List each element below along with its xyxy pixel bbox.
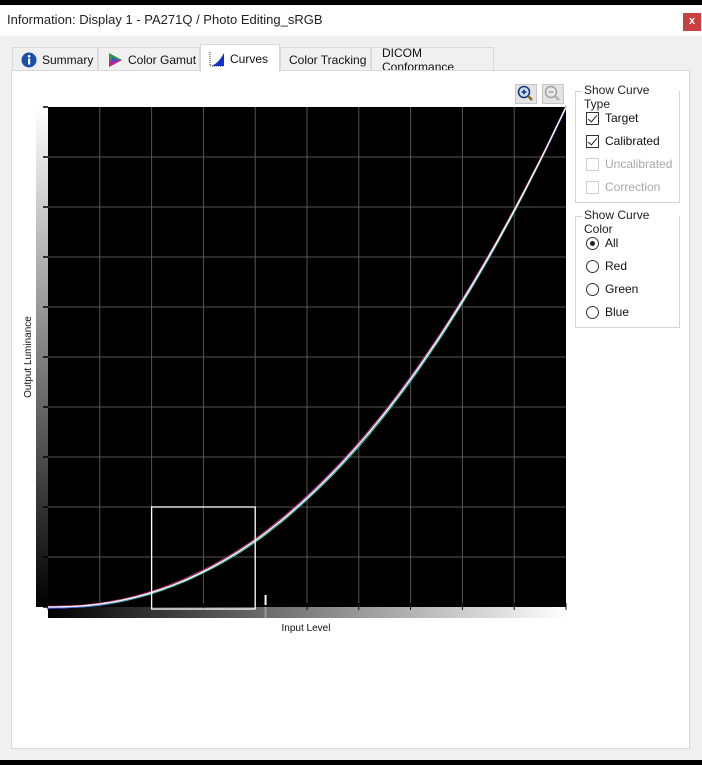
tab-dicom-conformance[interactable]: DICOM Conformance — [371, 46, 494, 74]
option-label: Target — [605, 111, 639, 125]
information-window: Information: Display 1 - PA271Q / Photo … — [0, 5, 702, 760]
x-axis-label: Input Level — [282, 623, 331, 634]
curves-panel: Input Level Output Luminance Show Curve … — [11, 70, 690, 749]
target-checkbox[interactable]: Target — [586, 111, 638, 125]
uncalibrated-checkbox[interactable]: Uncalibrated — [586, 157, 672, 171]
y-axis-label: Output Luminance — [23, 316, 34, 398]
calibrated-checkbox[interactable]: Calibrated — [586, 134, 660, 148]
option-label: All — [605, 236, 619, 250]
blue-radio[interactable]: Blue — [586, 305, 629, 319]
option-label: Calibrated — [605, 134, 660, 148]
tab-color-tracking[interactable]: Color Tracking — [280, 47, 371, 71]
green-radio[interactable]: Green — [586, 282, 638, 296]
tab-summary[interactable]: Summary — [12, 47, 98, 71]
curve-color-title: Show Curve Color — [582, 208, 679, 236]
title-bar: Information: Display 1 - PA271Q / Photo … — [0, 5, 702, 36]
checkbox-box[interactable] — [586, 134, 599, 148]
tab-label: Curves — [230, 51, 269, 66]
option-label: Blue — [605, 305, 630, 319]
radio-circle[interactable] — [586, 259, 599, 273]
option-label: Green — [605, 282, 639, 296]
curve-type-group: Show Curve Type Target Calibrated Uncali… — [575, 83, 680, 203]
radio-circle[interactable] — [586, 236, 599, 250]
curves-chart[interactable]: Input Level Output Luminance — [12, 71, 572, 651]
close-button[interactable]: x — [683, 13, 701, 31]
window-title: Information: Display 1 - PA271Q / Photo … — [7, 12, 323, 27]
option-label: Correction — [605, 180, 661, 194]
tab-curves[interactable]: Curves — [200, 44, 280, 72]
tab-label: Color Gamut — [128, 52, 197, 67]
color-gamut-icon — [109, 52, 122, 67]
checkbox-box[interactable] — [586, 111, 599, 125]
curves-icon — [209, 51, 224, 66]
tab-label: Color Tracking — [289, 52, 367, 67]
checkbox-box[interactable] — [586, 157, 599, 171]
checkbox-box[interactable] — [586, 180, 599, 194]
option-label: Red — [605, 259, 628, 273]
curve-type-title: Show Curve Type — [582, 83, 679, 111]
tab-color-gamut[interactable]: Color Gamut — [98, 47, 200, 71]
info-icon — [21, 52, 37, 67]
red-radio[interactable]: Red — [586, 259, 627, 273]
all-radio[interactable]: All — [586, 236, 618, 250]
curve-color-group: Show Curve Color All Red Green Blue — [575, 208, 680, 328]
correction-checkbox[interactable]: Correction — [586, 180, 660, 194]
radio-circle[interactable] — [586, 282, 599, 296]
radio-circle[interactable] — [586, 305, 599, 319]
tab-label: Summary — [42, 52, 94, 67]
option-label: Uncalibrated — [605, 157, 673, 171]
